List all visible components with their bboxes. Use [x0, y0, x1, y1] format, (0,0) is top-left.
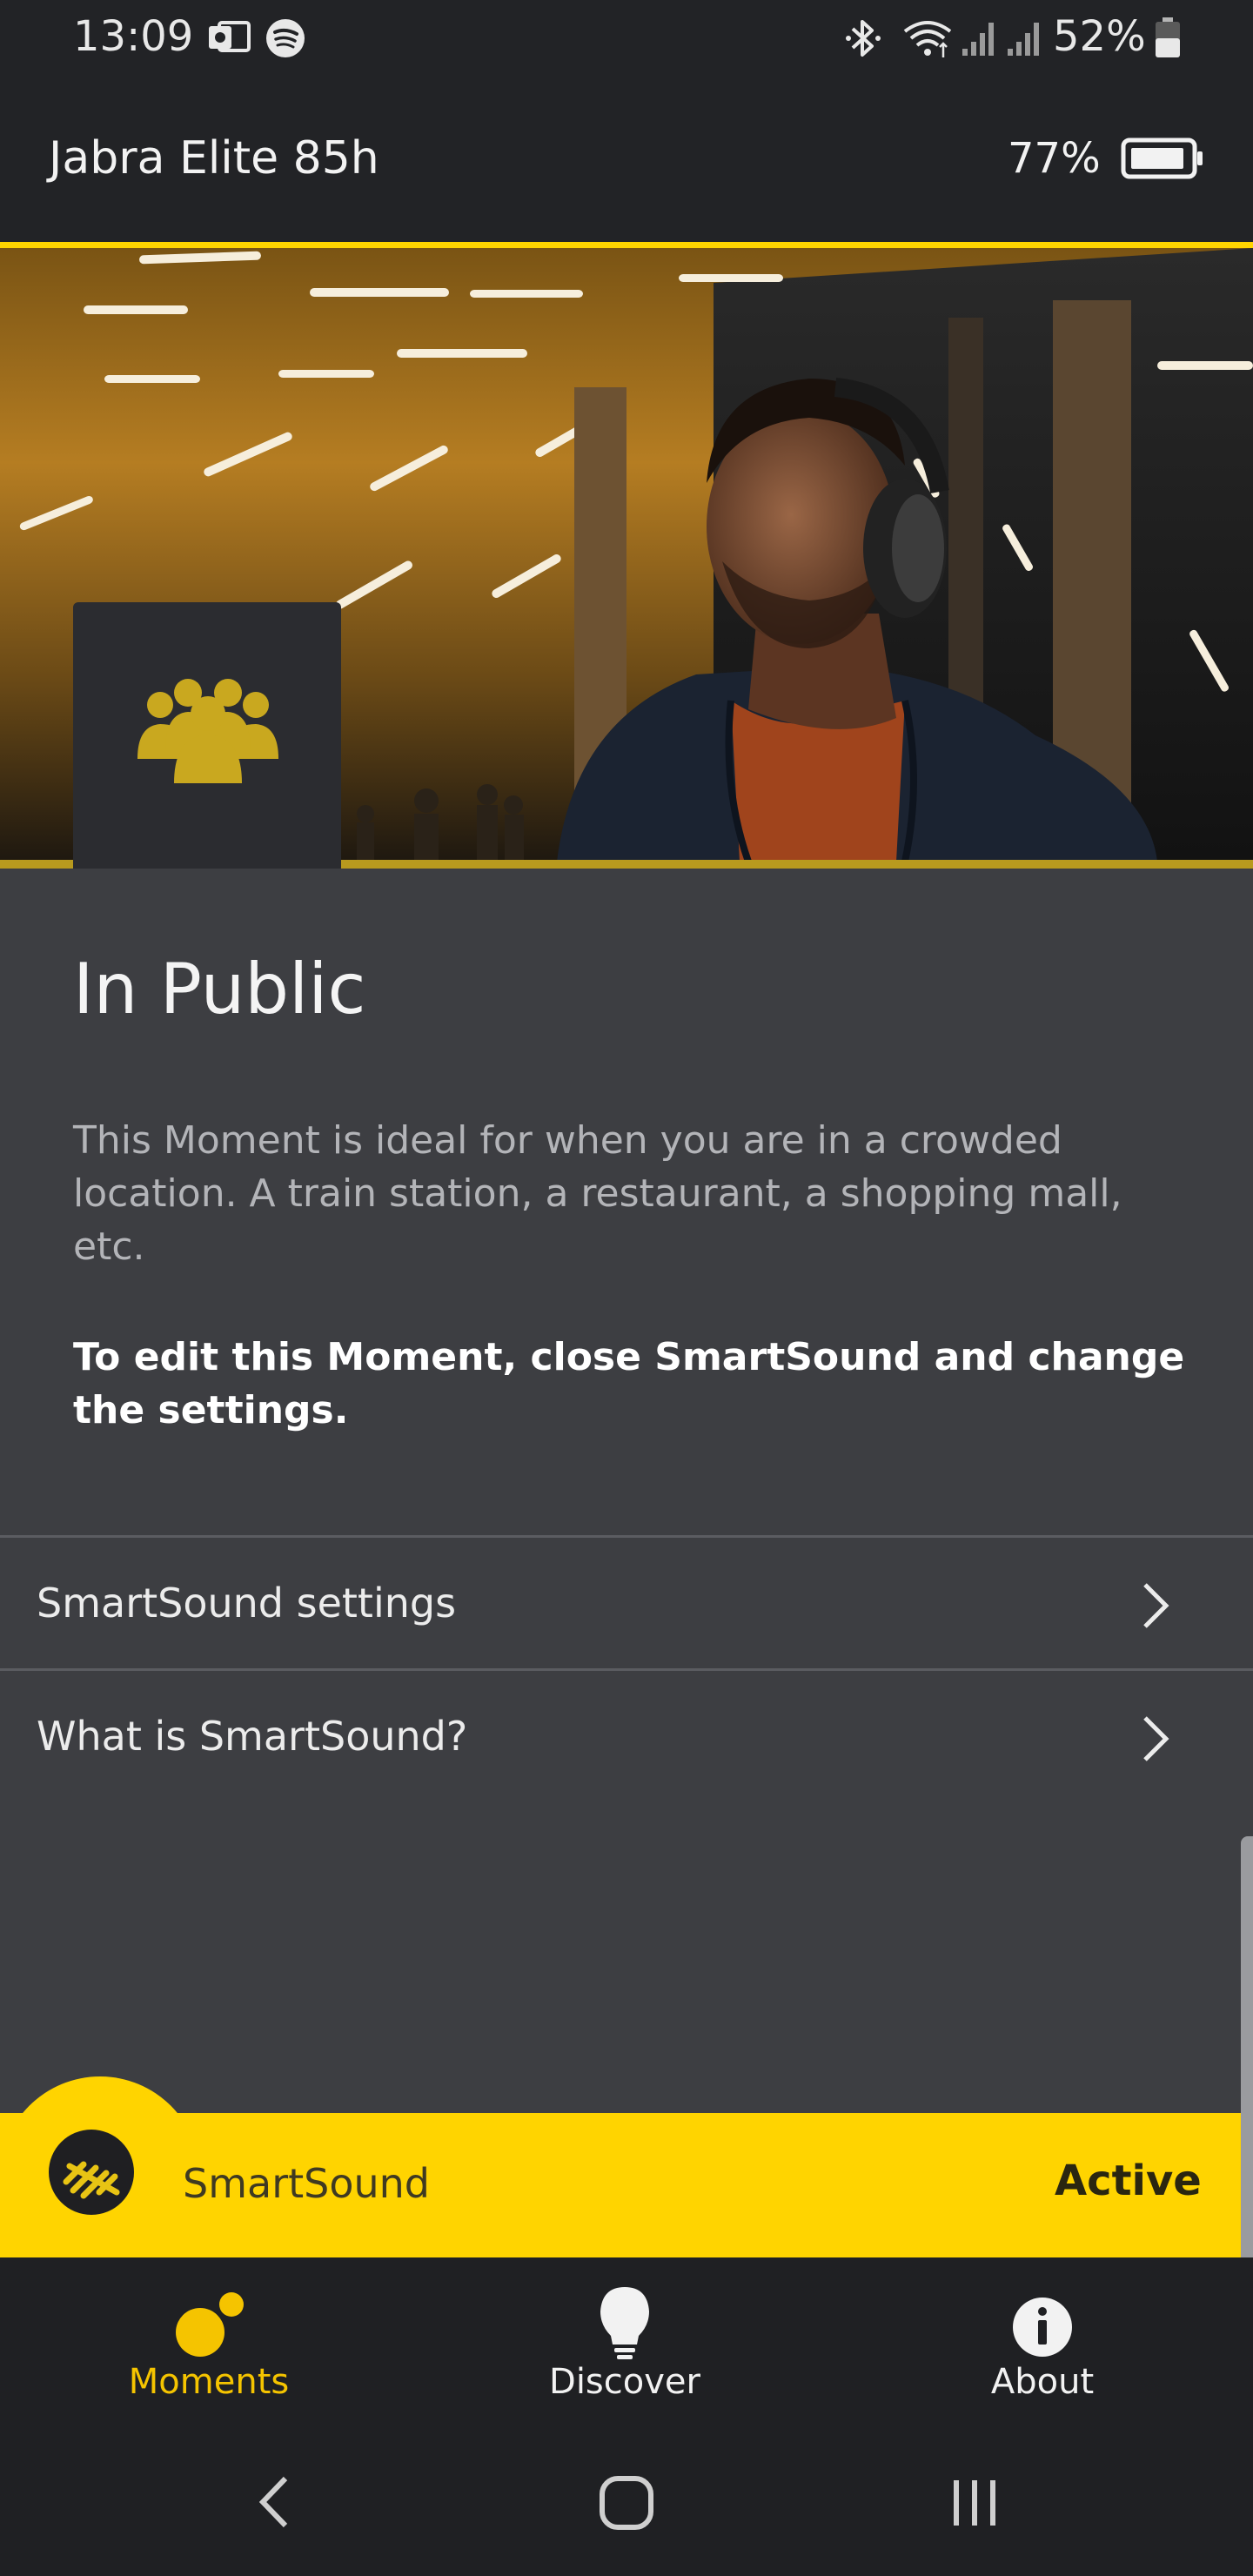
nav-label-discover: Discover	[549, 2362, 700, 2402]
nav-tab-moments[interactable]: Moments	[78, 2257, 339, 2432]
lightbulb-icon	[600, 2287, 649, 2359]
signal-icon	[1008, 23, 1039, 56]
scrollbar[interactable]	[1241, 1836, 1253, 2280]
what-is-smartsound-row[interactable]: What is SmartSound?	[0, 1671, 1253, 1801]
battery-icon	[1156, 17, 1180, 57]
moment-description: This Moment is ideal for when you are in…	[73, 1118, 1122, 1269]
status-time: 13:09	[73, 12, 194, 61]
app-header: Jabra Elite 85h 77%	[0, 75, 1253, 244]
spotify-icon	[266, 19, 305, 57]
list-item-label: SmartSound settings	[37, 1580, 457, 1627]
smartsound-bar[interactable]: SmartSound Active	[0, 2113, 1241, 2257]
nav-tab-about[interactable]: About	[912, 2257, 1173, 2432]
info-icon	[1013, 2298, 1072, 2357]
nav-label-about: About	[990, 2362, 1095, 2402]
nav-label-moments: Moments	[128, 2362, 290, 2402]
bluetooth-icon	[846, 20, 881, 57]
list-item-label: What is SmartSound?	[37, 1713, 468, 1760]
nav-tab-discover[interactable]: Discover	[494, 2257, 755, 2432]
group-icon	[137, 679, 278, 783]
moments-icon	[176, 2292, 244, 2357]
status-battery-percent: 52%	[1053, 12, 1146, 61]
smartsound-status: Active	[1055, 2157, 1202, 2205]
app-screen: 13:09 52% Jabra Elite 85h 77% In Public …	[0, 0, 1253, 2576]
outlook-icon	[209, 21, 251, 52]
back-icon[interactable]	[252, 2472, 294, 2532]
home-icon[interactable]	[595, 2472, 658, 2532]
device-name: Jabra Elite 85h	[49, 132, 379, 184]
headset-battery-icon	[1121, 138, 1203, 179]
smartsound-settings-row[interactable]: SmartSound settings	[0, 1538, 1253, 1668]
moment-icon-tile	[73, 602, 341, 869]
smartsound-label: SmartSound	[183, 2160, 430, 2207]
chevron-right-icon	[1143, 1583, 1169, 1628]
status-bar: 13:09 52%	[0, 0, 1253, 75]
signal-icon	[962, 23, 994, 56]
moment-edit-note: To edit this Moment, close SmartSound an…	[73, 1335, 1185, 1432]
recent-apps-icon[interactable]	[948, 2472, 1001, 2532]
header-accent-line	[0, 242, 1253, 248]
chevron-right-icon	[1143, 1716, 1169, 1761]
wifi-icon	[903, 21, 952, 57]
headset-battery-percent: 77%	[1008, 134, 1101, 183]
smartsound-icon	[49, 2130, 134, 2215]
moment-title: In Public	[73, 949, 366, 1030]
